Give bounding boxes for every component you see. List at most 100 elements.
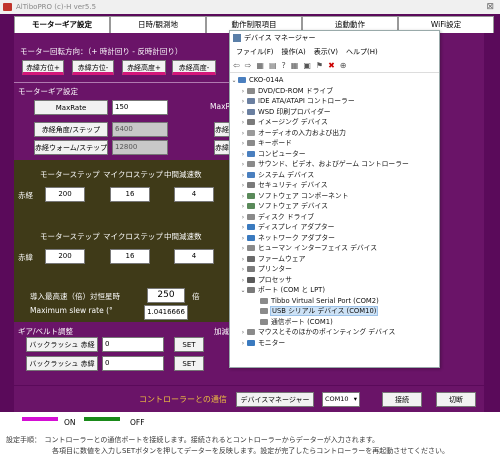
instructions-line-2: 各項目に数値を入力しSETボタンを押してデーターを反映します。設定が完了したらコ… — [52, 447, 450, 455]
ra-worm-step-button[interactable]: 赤経ウォーム/ステップ — [34, 140, 108, 155]
tree-category-item[interactable]: › ヒューマン インターフェイス デバイス — [230, 243, 439, 254]
dec-motor-step-input[interactable]: 200 — [45, 249, 85, 264]
help-icon[interactable]: ? — [282, 61, 286, 70]
backlash-ra-set-button[interactable]: SET — [174, 337, 204, 352]
tree-category-item[interactable]: › システム デバイス — [230, 170, 439, 181]
dec-reduction-input[interactable]: 4 — [174, 249, 214, 264]
properties-icon[interactable]: ▦ — [256, 61, 264, 70]
tree-category-item[interactable]: ⌄ ポート (COM と LPT) — [230, 285, 439, 296]
ra-motor-step-input[interactable]: 200 — [45, 187, 85, 202]
device-tree: ⌄ CKO-014A › DVD/CD-ROM ドライブ › IDE ATA/ATAPI… — [230, 73, 439, 348]
remove-icon[interactable]: ✖ — [328, 61, 335, 70]
menu-action[interactable]: 操作(A) — [282, 45, 306, 59]
device-icon — [247, 140, 255, 146]
tree-category-item[interactable]: › オーディオの入力および出力 — [230, 128, 439, 139]
tree-root[interactable]: ⌄ CKO-014A — [230, 75, 439, 86]
ra-reduction-input[interactable]: 4 — [174, 187, 214, 202]
dm-title: デバイス マネージャー — [244, 34, 316, 42]
ra-angle-step-button[interactable]: 赤経角度/ステップ — [34, 122, 108, 137]
scan-icon[interactable]: ⊕ — [340, 61, 347, 70]
tree-category-item[interactable]: › モニター — [230, 338, 439, 349]
ra-angle-step-input[interactable]: 6400 — [112, 122, 168, 137]
tree-item-label: ソフトウェア コンポーネント — [258, 191, 349, 200]
device-icon — [247, 245, 255, 251]
close-icon[interactable]: ⊠ — [486, 0, 494, 14]
tree-category-item[interactable]: › ネットワーク アダプター — [230, 233, 439, 244]
ra-right-button[interactable]: 赤経 — [214, 122, 230, 137]
dec-azimuth-plus-button[interactable]: 赤緯方位+ — [22, 60, 64, 75]
guide-speed-label: 導入最高速（倍）対恒星時 — [30, 292, 120, 301]
tree-category-item[interactable]: › キーボード — [230, 138, 439, 149]
tree-child-item[interactable]: USB シリアル デバイス (COM10) — [230, 306, 439, 317]
backlash-dec-input[interactable]: 0 — [102, 356, 164, 371]
ra-micro-step-input[interactable]: 16 — [110, 187, 150, 202]
maxrate-button[interactable]: MaxRate — [34, 100, 108, 115]
tree-category-item[interactable]: › プリンター — [230, 264, 439, 275]
grid-icon[interactable]: ▦ — [291, 61, 299, 70]
device-icon — [247, 98, 255, 104]
disconnect-button[interactable]: 切断 — [436, 392, 476, 407]
tree-item-label: モニター — [258, 338, 286, 347]
tree-item-label: コンピューター — [258, 149, 306, 158]
tree-category-item[interactable]: › IDE ATA/ATAPI コントローラー — [230, 96, 439, 107]
device-icon — [247, 192, 255, 199]
menu-help[interactable]: ヘルプ(H) — [346, 45, 378, 59]
tree-category-item[interactable]: › DVD/CD-ROM ドライブ — [230, 86, 439, 97]
tree-item-label: ポート (COM と LPT) — [258, 286, 325, 294]
tree-category-item[interactable]: › マウスとそのほかのポインティング デバイス — [230, 327, 439, 338]
dec-micro-step-header: マイクロステップ — [103, 232, 163, 241]
tree-category-item[interactable]: › WSD 印刷プロバイダー — [230, 107, 439, 118]
monitor-icon[interactable]: ▣ — [303, 61, 311, 70]
tree-category-item[interactable]: › プロセッサ — [230, 275, 439, 286]
tree-category-item[interactable]: › ディスプレイ アダプター — [230, 222, 439, 233]
back-icon[interactable]: ⇦ — [233, 61, 240, 70]
tree-category-item[interactable]: › ファームウェア — [230, 254, 439, 265]
dec-azimuth-minus-button[interactable]: 赤緯方位- — [72, 60, 114, 75]
tab-datetime[interactable]: 日時/観測地 — [110, 16, 206, 33]
backlash-dec-button[interactable]: バックラッシュ 赤緯 — [26, 356, 98, 371]
com-port-select[interactable]: COM10 ▾ — [322, 392, 360, 407]
menu-file[interactable]: ファイル(F) — [236, 45, 274, 59]
device-icon — [247, 329, 255, 335]
menu-view[interactable]: 表示(V) — [314, 45, 338, 59]
instructions-line-1: 設定手順： コントローラーとの通信ポートを接続します。接続されるとコントローラー… — [6, 436, 380, 444]
tree-item-label: サウンド、ビデオ、およびゲーム コントローラー — [258, 160, 409, 168]
backlash-ra-input[interactable]: 0 — [102, 337, 164, 352]
device-icon — [247, 87, 255, 94]
max-slew-input[interactable]: 1.0416666 — [144, 305, 188, 320]
ra-worm-step-input[interactable]: 12800 — [112, 140, 168, 155]
app-title: AlTiboPRO (c)-H ver5.5 — [16, 3, 97, 11]
tree-category-item[interactable]: › ディスク ドライブ — [230, 212, 439, 223]
tree-category-item[interactable]: › ソフトウェア コンポーネント — [230, 191, 439, 202]
list-icon[interactable]: ▤ — [269, 61, 277, 70]
device-icon — [247, 255, 255, 262]
guide-speed-input[interactable]: 250 — [147, 288, 185, 303]
tree-child-item[interactable]: 通信ポート (COM1) — [230, 317, 439, 328]
tree-category-item[interactable]: › ソフトウェア デバイス — [230, 201, 439, 212]
device-icon — [260, 318, 268, 325]
tree-category-item[interactable]: › サウンド、ビデオ、およびゲーム コントローラー — [230, 159, 439, 170]
device-manager-button[interactable]: デバイスマネージャー — [236, 392, 314, 407]
device-icon — [247, 276, 255, 283]
dec-gear-section: モーターステップ マイクロステップ 中間減速数 赤緯 200 16 4 — [14, 222, 230, 284]
backlash-ra-button[interactable]: バックラッシュ 赤経 — [26, 337, 98, 352]
dec-right-button[interactable]: 赤緯 — [214, 140, 230, 155]
tree-category-item[interactable]: › セキュリティ デバイス — [230, 180, 439, 191]
dec-micro-step-input[interactable]: 16 — [110, 249, 150, 264]
tree-item-label: 通信ポート (COM1) — [271, 317, 333, 326]
ra-altitude-minus-button[interactable]: 赤経高度- — [172, 60, 216, 75]
tab-motor-gear[interactable]: モーターギア設定 — [14, 16, 110, 33]
flag-icon[interactable]: ⚑ — [316, 61, 323, 70]
ra-altitude-plus-button[interactable]: 赤経高度+ — [122, 60, 166, 75]
maxrate-input[interactable]: 150 — [112, 100, 168, 115]
device-icon — [247, 108, 255, 115]
ra-motor-step-header: モーターステップ — [40, 170, 100, 179]
connect-button[interactable]: 接続 — [382, 392, 422, 407]
forward-icon[interactable]: ⇨ — [245, 61, 252, 70]
tree-item-label: ヒューマン インターフェイス デバイス — [258, 244, 378, 252]
tree-category-item[interactable]: › コンピューター — [230, 149, 439, 160]
tree-category-item[interactable]: › イメージング デバイス — [230, 117, 439, 128]
backlash-dec-set-button[interactable]: SET — [174, 356, 204, 371]
chevron-right-icon[interactable]: › — [239, 339, 247, 350]
tree-child-item[interactable]: Tibbo Virtual Serial Port (COM2) — [230, 296, 439, 307]
